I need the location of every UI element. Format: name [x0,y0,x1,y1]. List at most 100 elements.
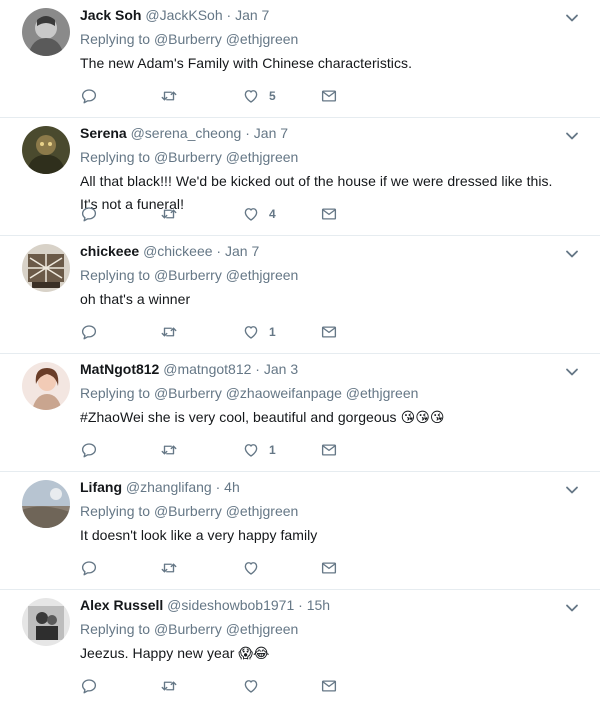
display-name[interactable]: chickeee [80,243,139,259]
display-name[interactable]: MatNgot812 [80,361,159,377]
tweet-header: chickeee @chickeee · Jan 7 [80,241,560,261]
like-count: 1 [269,443,276,457]
separator: · [255,361,260,377]
avatar[interactable] [22,244,70,292]
tweet-header: Lifang @zhanglifang · 4h [80,477,560,497]
user-handle[interactable]: @chickeee [143,243,212,259]
timestamp[interactable]: 4h [224,479,240,495]
mention-links[interactable]: @Burberry @ethjgreen [154,621,298,637]
chevron-down-icon[interactable] [564,482,580,498]
chevron-down-icon[interactable] [564,600,580,616]
chevron-down-icon[interactable] [564,364,580,380]
chevron-down-icon[interactable] [564,10,580,26]
direct-message-button[interactable] [320,205,338,223]
like-button[interactable] [242,559,320,577]
retweet-button[interactable] [160,677,242,695]
reply-button[interactable] [80,87,160,105]
tweet-text: It doesn't look like a very happy family [80,524,560,547]
display-name[interactable]: Alex Russell [80,597,163,613]
reply-icon [80,323,98,341]
heart-icon [242,677,260,695]
avatar[interactable] [22,598,70,646]
reply-timeline: Jack Soh @JackKSoh · Jan 7 Replying to @B… [0,0,600,708]
user-handle[interactable]: @matngot812 [163,361,251,377]
envelope-icon [320,677,338,695]
tweet[interactable]: Serena @serena_cheong · Jan 7 Replying to… [0,118,600,236]
envelope-icon [320,441,338,459]
avatar[interactable] [22,8,70,56]
separator: · [216,243,222,259]
tweet-text: oh that's a winner [80,288,560,311]
tweet[interactable]: chickeee @chickeee · Jan 7 Replying to @B… [0,236,600,354]
reply-icon [80,87,98,105]
direct-message-button[interactable] [320,87,338,105]
avatar[interactable] [22,362,70,410]
reply-button[interactable] [80,677,160,695]
avatar[interactable] [22,480,70,528]
chevron-down-icon[interactable] [564,246,580,262]
heart-icon [242,87,260,105]
tweet-actions: 1 [80,322,338,342]
like-button[interactable]: 4 [242,205,320,223]
user-handle[interactable]: @zhanglifang [126,479,212,495]
envelope-icon [320,87,338,105]
avatar[interactable] [22,126,70,174]
tweet[interactable]: Jack Soh @JackKSoh · Jan 7 Replying to @B… [0,0,600,118]
like-button[interactable] [242,677,320,695]
user-handle[interactable]: @serena_cheong [131,125,242,141]
chevron-down-icon[interactable] [564,128,580,144]
display-name[interactable]: Lifang [80,479,122,495]
tweet-content: MatNgot812 @matngot812 · Jan 3 Replying t… [80,359,560,429]
tweet[interactable]: MatNgot812 @matngot812 · Jan 3 Replying t… [0,354,600,472]
retweet-button[interactable] [160,205,242,223]
direct-message-button[interactable] [320,323,338,341]
tweet-actions: 4 [80,204,338,224]
reply-button[interactable] [80,323,160,341]
mention-links[interactable]: @Burberry @zhaoweifanpage @ethjgreen [154,385,418,401]
timestamp[interactable]: 15h [307,597,330,613]
mention-links[interactable]: @Burberry @ethjgreen [154,267,298,283]
tweet-actions: 5 [80,86,338,106]
user-handle[interactable]: @sideshowbob1971 [167,597,294,613]
retweet-button[interactable] [160,441,242,459]
retweet-button[interactable] [160,87,242,105]
like-button[interactable]: 5 [242,87,320,105]
tweet-content: Jack Soh @JackKSoh · Jan 7 Replying to @B… [80,5,560,75]
like-button[interactable]: 1 [242,323,320,341]
reply-button[interactable] [80,205,160,223]
reply-button[interactable] [80,559,160,577]
retweet-button[interactable] [160,323,242,341]
retweet-button[interactable] [160,559,242,577]
replying-to: Replying to @Burberry @zhaoweifanpage @e… [80,383,560,403]
mention-links[interactable]: @Burberry @ethjgreen [154,149,298,165]
tweet-text-body: The new Adam's Family with Chinese chara… [80,55,413,71]
direct-message-button[interactable] [320,441,338,459]
retweet-icon [160,559,178,577]
display-name[interactable]: Serena [80,125,127,141]
tweet-text: Jeezus. Happy new year 😱😂 [80,642,560,665]
mention-links[interactable]: @Burberry @ethjgreen [154,31,298,47]
timestamp[interactable]: Jan 7 [225,243,259,259]
envelope-icon [320,323,338,341]
timestamp[interactable]: Jan 3 [264,361,298,377]
reply-button[interactable] [80,441,160,459]
direct-message-button[interactable] [320,559,338,577]
tweet[interactable]: Lifang @zhanglifang · 4h Replying to @Bur… [0,472,600,590]
timestamp[interactable]: Jan 7 [254,125,288,141]
envelope-icon [320,559,338,577]
tweet-text: #ZhaoWei she is very cool, beautiful and… [80,406,560,429]
tweet[interactable]: Alex Russell @sideshowbob1971 · 15h Reply… [0,590,600,708]
tweet-text-body: Jeezus. Happy new year [80,645,235,661]
direct-message-button[interactable] [320,677,338,695]
tweet-text-body: #ZhaoWei she is very cool, beautiful and… [80,409,397,425]
tweet-header: Jack Soh @JackKSoh · Jan 7 [80,5,560,25]
tweet-content: chickeee @chickeee · Jan 7 Replying to @B… [80,241,560,311]
replying-label: Replying to [80,621,151,637]
timestamp[interactable]: Jan 7 [235,7,269,23]
reply-icon [80,677,98,695]
user-handle[interactable]: @JackKSoh [145,7,222,23]
mention-links[interactable]: @Burberry @ethjgreen [154,503,298,519]
like-button[interactable]: 1 [242,441,320,459]
display-name[interactable]: Jack Soh [80,7,141,23]
replying-label: Replying to [80,385,151,401]
